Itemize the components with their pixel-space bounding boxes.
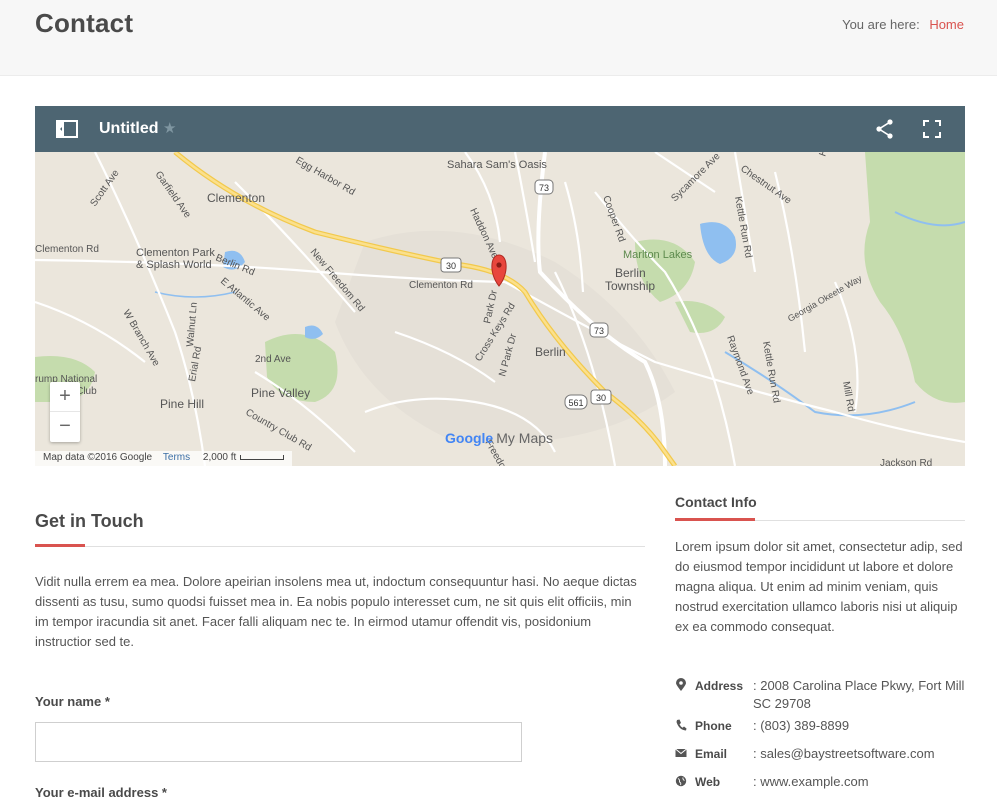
breadcrumb-prefix: You are here: xyxy=(842,17,920,32)
map-title: Untitled xyxy=(99,120,159,137)
star-icon[interactable]: ★ xyxy=(163,119,176,137)
map-label-marlton-lakes: Marlton Lakes xyxy=(623,249,693,261)
name-field-label: Your name * xyxy=(35,694,110,709)
map-label-berlin-township: Berlin xyxy=(615,266,646,280)
globe-icon xyxy=(675,775,687,787)
contact-email-row: Email : sales@baystreetsoftware.com xyxy=(675,745,965,765)
svg-text:561: 561 xyxy=(568,398,583,408)
page-header: Contact You are here: Home xyxy=(0,0,997,76)
get-in-touch-heading: Get in Touch xyxy=(35,511,144,531)
section-divider xyxy=(35,546,645,547)
map-scale-bar xyxy=(240,454,285,460)
map-label-clementon-park: Clementon Park xyxy=(136,247,215,259)
zoom-out-button[interactable]: − xyxy=(50,412,80,442)
contact-web-row: Web : www.example.com xyxy=(675,773,965,793)
breadcrumb-home-link[interactable]: Home xyxy=(929,17,964,32)
phone-value: : (803) 389-8899 xyxy=(753,718,850,733)
map-label-2nd-ave: 2nd Ave xyxy=(255,354,291,365)
map-terms-link[interactable]: Terms xyxy=(163,452,190,463)
map-label-berlin: Berlin xyxy=(535,345,566,359)
map-label-pine-valley: Pine Valley xyxy=(251,386,310,400)
map-data-credit: Map data ©2016 Google xyxy=(43,452,153,463)
envelope-icon xyxy=(675,748,687,757)
map-label-jackson-rd: Jackson Rd xyxy=(880,458,932,466)
map-scale-label: 2,000 ft xyxy=(202,452,237,463)
svg-text:30: 30 xyxy=(446,261,456,271)
web-label: Web xyxy=(695,775,721,789)
contact-info-heading: Contact Info xyxy=(675,494,757,510)
map-label-clementon-rd: Clementon Rd xyxy=(409,280,473,291)
name-input[interactable] xyxy=(35,722,522,762)
map-label-clementon: Clementon xyxy=(207,191,265,205)
route-shield-73: 73 xyxy=(589,322,609,338)
map-attribution: Map data ©2016 Google Terms 2,000 ft xyxy=(35,451,293,466)
address-value: : 2008 Carolina Place Pkwy, Fort Mill SC… xyxy=(753,678,965,711)
map-label-sahara: Sahara Sam's Oasis xyxy=(447,159,547,171)
contact-phone-row: Phone : (803) 389-8899 xyxy=(675,717,965,737)
svg-text:73: 73 xyxy=(594,326,604,336)
email-label: Email xyxy=(695,747,728,761)
breadcrumb: You are here: Home xyxy=(842,17,964,32)
route-shield-73: 73 xyxy=(534,179,554,195)
contact-info-text: Lorem ipsum dolor sit amet, consectetur … xyxy=(675,539,963,634)
map-label-berlin-township: Township xyxy=(605,279,655,293)
map-toolbar: Untitled ★ xyxy=(35,106,965,152)
map-label-pine-hill: Pine Hill xyxy=(160,397,204,411)
map-marker-icon xyxy=(676,678,686,691)
page-title: Contact xyxy=(35,8,134,38)
contact-address-row: Address : 2008 Carolina Place Pkwy, Fort… xyxy=(675,677,965,717)
route-shield-30: 30 xyxy=(440,257,462,273)
heading-accent-bar xyxy=(35,544,85,547)
phone-label: Phone xyxy=(695,719,732,733)
route-shield-561: 561 xyxy=(564,394,588,410)
zoom-in-button[interactable]: + xyxy=(50,382,80,412)
map-label-splash-world: & Splash World xyxy=(136,259,212,271)
contact-intro-text: Vidit nulla errem ea mea. Dolore apeiria… xyxy=(35,574,637,649)
web-value[interactable]: : www.example.com xyxy=(753,773,965,791)
map-legend-toggle-icon[interactable] xyxy=(55,117,79,141)
map-zoom-control: + − xyxy=(50,382,80,442)
phone-icon xyxy=(676,719,687,731)
google-my-maps-logo: Google My Maps xyxy=(445,430,554,446)
map-canvas[interactable]: 73 73 30 30 561 Clementon Clementon Park… xyxy=(35,152,965,466)
share-icon[interactable] xyxy=(873,117,897,141)
heading-accent-bar xyxy=(675,518,755,521)
svg-text:73: 73 xyxy=(539,183,549,193)
address-label: Address xyxy=(695,679,744,693)
email-field-label: Your e-mail address * xyxy=(35,785,167,800)
email-value[interactable]: : sales@baystreetsoftware.com xyxy=(753,745,965,763)
route-shield-30: 30 xyxy=(590,389,612,405)
map-embed[interactable]: Untitled ★ 73 73 30 30 561 Clementon Cle… xyxy=(35,106,965,466)
svg-text:30: 30 xyxy=(596,393,606,403)
fullscreen-icon[interactable] xyxy=(920,117,944,141)
map-label-clementon-rd: Clementon Rd xyxy=(35,244,99,255)
